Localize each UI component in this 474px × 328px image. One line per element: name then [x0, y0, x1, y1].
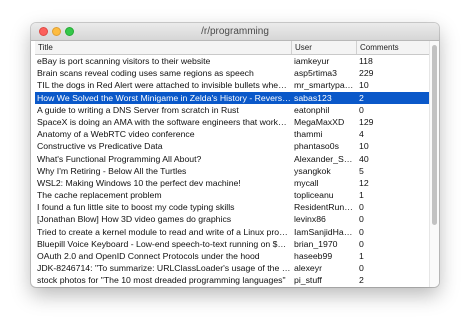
row-title-cell: TIL the dogs in Red Alert were attached … — [37, 80, 287, 91]
row-user-cell: topliceanu — [294, 190, 334, 201]
row-title-cell: Tried to create a kernel module to read … — [37, 226, 288, 237]
row-comments-cell: 129 — [359, 116, 374, 127]
row-comments-cell: 10 — [359, 141, 369, 152]
row-comments-cell: 0 — [359, 202, 364, 213]
row-title-cell: Why I'm Retiring - Below All the Turtles — [37, 165, 187, 176]
row-comments-cell: 0 — [359, 263, 364, 274]
table-row[interactable]: Bluepill Voice Keyboard - Low-end speech… — [35, 238, 429, 250]
row-comments-cell: 5 — [359, 165, 364, 176]
table-body: eBay is port scanning visitors to their … — [35, 55, 429, 287]
table-row[interactable]: eBay is port scanning visitors to their … — [35, 55, 429, 67]
row-user-cell: sabas123 — [294, 92, 332, 103]
row-comments-cell: 12 — [359, 177, 369, 188]
row-comments-cell: 0 — [359, 226, 364, 237]
row-comments-cell: 2 — [359, 275, 364, 286]
row-comments-cell: 4 — [359, 129, 364, 140]
vertical-scrollbar[interactable] — [429, 41, 439, 287]
row-user-cell: haseeb99 — [294, 251, 333, 261]
row-user-cell: asp5rtima3 — [294, 68, 337, 79]
row-comments-cell: 0 — [359, 238, 364, 249]
row-title-cell: What's Functional Programming All About? — [37, 153, 202, 164]
row-user-cell: phantaso0s — [294, 141, 339, 152]
window-title: /r/programming — [201, 26, 269, 37]
row-title-cell: How We Solved the Worst Minigame in Zeld… — [37, 92, 290, 103]
row-user-cell: thammi — [294, 129, 323, 140]
row-title-cell: eBay is port scanning visitors to their … — [37, 56, 211, 66]
table-row[interactable]: OAuth 2.0 and OpenID Connect Protocols u… — [35, 250, 429, 262]
table-row[interactable]: TIL the dogs in Red Alert were attached … — [35, 79, 429, 91]
table-row[interactable]: JDK-8246714: "To summarize: URLClassLoad… — [35, 262, 429, 274]
row-title-cell: I found a fun little site to boost my co… — [37, 202, 235, 213]
row-user-cell: levinx86 — [294, 214, 326, 225]
table-row[interactable]: The cache replacement problem topliceanu 1 — [35, 189, 429, 201]
row-comments-cell: 2 — [359, 92, 364, 103]
table-row[interactable]: SpaceX is doing an AMA with the software… — [35, 116, 429, 128]
row-comments-cell: 0 — [359, 104, 364, 115]
row-user-cell: Alexander_S… — [294, 153, 353, 164]
table-row[interactable]: What's Functional Programming All About?… — [35, 153, 429, 165]
column-header-title[interactable]: Title — [35, 41, 292, 54]
row-user-cell: IamSanjidHa… — [294, 226, 353, 237]
row-user-cell: iamkeyur — [294, 56, 330, 66]
row-comments-cell: 1 — [359, 251, 364, 261]
row-user-cell: pi_stuff — [294, 275, 322, 286]
row-comments-cell: 118 — [359, 56, 373, 66]
row-comments-cell: 229 — [359, 68, 374, 79]
row-title-cell: stock photos for "The 10 most dreaded pr… — [37, 275, 286, 286]
row-user-cell: brian_1970 — [294, 238, 338, 249]
row-title-cell: Constructive vs Predicative Data — [37, 141, 163, 152]
row-user-cell: alexeyr — [294, 263, 323, 274]
row-title-cell: [Jonathan Blow] How 3D video games do gr… — [37, 214, 232, 225]
app-window: /r/programming Title User Comments eBay … — [31, 23, 439, 287]
table-row[interactable]: A guide to writing a DNS Server from scr… — [35, 104, 429, 116]
row-comments-cell: 10 — [359, 80, 369, 91]
row-user-cell: eatonphil — [294, 104, 330, 115]
row-title-cell: Anatomy of a WebRTC video conference — [37, 129, 195, 140]
table-row[interactable]: [Jonathan Blow] How 3D video games do gr… — [35, 213, 429, 225]
table-row[interactable]: Brain scans reveal coding uses same regi… — [35, 67, 429, 79]
row-title-cell: WSL2: Making Windows 10 the perfect dev … — [37, 177, 241, 188]
table-row[interactable]: I found a fun little site to boost my co… — [35, 201, 429, 213]
table-row[interactable]: Why I'm Retiring - Below All the Turtles… — [35, 165, 429, 177]
table-row[interactable]: WSL2: Making Windows 10 the perfect dev … — [35, 177, 429, 189]
row-comments-cell: 1 — [359, 190, 364, 201]
title-bar[interactable]: /r/programming — [31, 23, 439, 41]
column-header-user[interactable]: User — [292, 41, 357, 54]
row-user-cell: mycall — [294, 177, 319, 188]
row-title-cell: A guide to writing a DNS Server from scr… — [37, 104, 239, 115]
row-comments-cell: 0 — [359, 214, 364, 225]
row-title-cell: SpaceX is doing an AMA with the software… — [37, 116, 287, 127]
table-row[interactable]: How We Solved the Worst Minigame in Zeld… — [35, 91, 429, 104]
row-title-cell: OAuth 2.0 and OpenID Connect Protocols u… — [37, 251, 260, 261]
row-title-cell: Brain scans reveal coding uses same regi… — [37, 68, 254, 79]
row-title-cell: JDK-8246714: "To summarize: URLClassLoad… — [37, 263, 290, 274]
posts-table[interactable]: Title User Comments eBay is port scannin… — [35, 41, 429, 287]
table-row[interactable]: Tried to create a kernel module to read … — [35, 226, 429, 238]
row-user-cell: mr_smartypa… — [294, 80, 354, 91]
table-header: Title User Comments — [35, 41, 429, 55]
scrollbar-thumb[interactable] — [432, 45, 437, 225]
table-row[interactable]: Constructive vs Predicative Data phantaso… — [35, 140, 429, 152]
table-row[interactable]: Anatomy of a WebRTC video conference tham… — [35, 128, 429, 140]
row-user-cell: ysangkok — [294, 165, 331, 176]
row-comments-cell: 40 — [359, 153, 369, 164]
row-user-cell: ResidentRun… — [294, 202, 353, 213]
row-user-cell: MegaMaxXD — [294, 116, 345, 127]
row-title-cell: The cache replacement problem — [37, 190, 162, 201]
table-row[interactable]: stock photos for "The 10 most dreaded pr… — [35, 274, 429, 286]
row-title-cell: Bluepill Voice Keyboard - Low-end speech… — [37, 238, 287, 249]
column-header-comments[interactable]: Comments — [357, 41, 429, 54]
